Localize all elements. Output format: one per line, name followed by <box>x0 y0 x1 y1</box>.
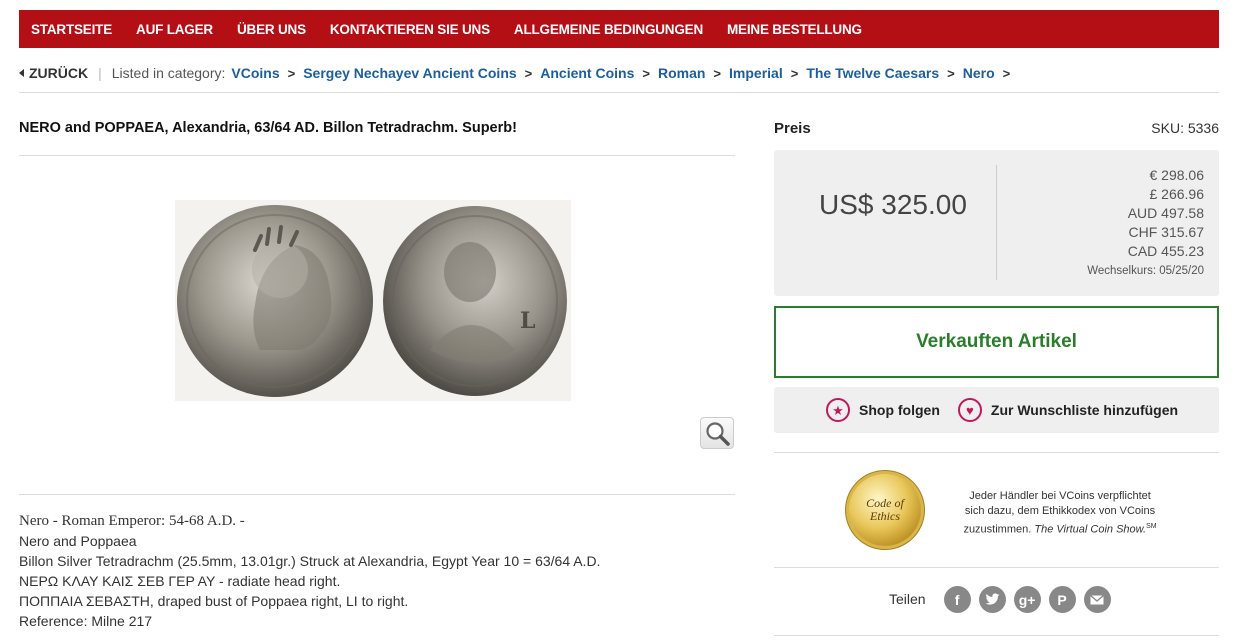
seal-text: Ethics <box>870 509 900 523</box>
product-title: NERO and POPPAEA, Alexandria, 63/64 AD. … <box>19 120 517 136</box>
divider <box>774 635 1219 636</box>
chevron-left-icon <box>19 69 24 77</box>
description-line: Nero and Poppaea <box>19 533 137 549</box>
breadcrumb-separator: > <box>287 65 296 81</box>
breadcrumb-item-ancient-coins[interactable]: Ancient Coins <box>540 65 634 81</box>
divider <box>19 155 735 156</box>
description-line: Billon Silver Tetradrachm (25.5mm, 13.01… <box>19 553 601 569</box>
sold-label: Verkauften Artikel <box>916 331 1077 352</box>
star-icon: ★ <box>826 398 850 422</box>
conversion-gbp: £ 266.96 <box>1149 186 1205 202</box>
nav-startseite[interactable]: STARTSEITE <box>31 22 112 37</box>
back-link[interactable]: ZURÜCK <box>19 65 88 81</box>
nav-bedingungen[interactable]: ALLGEMEINE BEDINGUNGEN <box>514 22 703 37</box>
listed-label: Listed in category: <box>111 65 226 81</box>
description-line: Reference: Milne 217 <box>19 613 153 629</box>
zoom-button[interactable] <box>700 417 734 449</box>
virtual-coin-show: The Virtual Coin Show. <box>1034 523 1147 536</box>
shop-actions: ★ Shop folgen ♥ Zur Wunschliste hinzufüg… <box>774 387 1219 433</box>
price-divider <box>996 165 997 280</box>
ethics-statement: Jeder Händler bei VCoins verpflichtet si… <box>960 489 1160 538</box>
breadcrumb-separator: > <box>713 65 722 81</box>
description-line: Nero - Roman Emperor: 54-68 A.D. - <box>19 513 245 529</box>
share-bar: Teilen f g+ P <box>889 586 1111 613</box>
nav-meine-bestellung[interactable]: MEINE BESTELLUNG <box>727 22 862 37</box>
follow-shop-label: Shop folgen <box>859 402 940 418</box>
description-line: ΝΕΡΩ ΚΛΑΥ ΚΑΙΣ ΣΕΒ ΓΕΡ ΑΥ - radiate head… <box>19 573 341 589</box>
service-mark: SM <box>1146 523 1157 530</box>
breadcrumb-item-nero[interactable]: Nero <box>963 65 995 81</box>
facebook-icon[interactable]: f <box>943 586 971 613</box>
nav-ueber-uns[interactable]: ÜBER UNS <box>237 22 306 37</box>
sold-status-box: Verkauften Artikel <box>774 306 1219 378</box>
nav-auf-lager[interactable]: AUF LAGER <box>136 22 213 37</box>
breadcrumb-item-store[interactable]: Sergey Nechayev Ancient Coins <box>303 65 516 81</box>
conversion-aud: AUD 497.58 <box>1127 205 1204 221</box>
divider <box>774 452 1219 453</box>
currency-conversions: € 298.06 £ 266.96 AUD 497.58 CHF 315.67 … <box>1128 166 1204 261</box>
main-nav: STARTSEITE AUF LAGER ÜBER UNS KONTAKTIER… <box>19 10 1219 48</box>
nav-kontakt[interactable]: KONTAKTIEREN SIE UNS <box>330 22 490 37</box>
back-label: ZURÜCK <box>29 65 89 81</box>
product-description: Nero - Roman Emperor: 54-68 A.D. - Nero … <box>19 511 600 631</box>
twitter-icon[interactable] <box>978 586 1006 613</box>
conversion-cad: CAD 455.23 <box>1127 243 1204 259</box>
breadcrumb-separator: > <box>790 65 799 81</box>
add-to-wishlist-button[interactable]: ♥ Zur Wunschliste hinzufügen <box>957 398 1179 422</box>
share-label: Teilen <box>889 590 926 607</box>
breadcrumb-item-roman[interactable]: Roman <box>658 65 705 81</box>
price-label: Preis <box>774 120 811 137</box>
conversion-eur: € 298.06 <box>1149 167 1205 183</box>
wishlist-label: Zur Wunschliste hinzufügen <box>990 402 1179 418</box>
breadcrumb-item-vcoins[interactable]: VCoins <box>231 65 279 81</box>
breadcrumb-separator: > <box>524 65 533 81</box>
divider <box>774 567 1219 568</box>
sku: SKU: 5336 <box>1151 120 1219 136</box>
code-of-ethics-seal[interactable]: Code of Ethics <box>849 474 921 546</box>
follow-shop-button[interactable]: ★ Shop folgen <box>826 398 940 422</box>
heart-icon: ♥ <box>957 398 982 422</box>
pinterest-icon[interactable]: P <box>1048 586 1076 613</box>
product-image[interactable]: L <box>175 200 571 401</box>
price-box: US$ 325.00 € 298.06 £ 266.96 AUD 497.58 … <box>774 150 1219 296</box>
breadcrumb-divider: | <box>98 65 102 81</box>
divider <box>19 494 735 495</box>
conversion-chf: CHF 315.67 <box>1128 224 1204 240</box>
breadcrumb-separator: > <box>947 65 955 81</box>
svg-text:L: L <box>520 308 535 334</box>
google-plus-icon[interactable]: g+ <box>1013 586 1041 613</box>
breadcrumb: ZURÜCK | Listed in category: VCoins > Se… <box>19 63 1018 83</box>
divider <box>19 92 1219 93</box>
description-line: ΠΟΠΠΑΙΑ ΣΕΒΑΣΤΗ, draped bust of Poppaea … <box>19 593 409 609</box>
breadcrumb-separator: > <box>1002 65 1011 81</box>
breadcrumb-item-imperial[interactable]: Imperial <box>729 65 783 81</box>
magnifier-icon <box>706 422 730 446</box>
main-price: US$ 325.00 <box>819 189 967 220</box>
exchange-rate-date: Wechselkurs: 05/25/20 <box>1087 265 1204 277</box>
breadcrumb-separator: > <box>642 65 650 81</box>
breadcrumb-item-twelve-caesars[interactable]: The Twelve Caesars <box>806 65 939 81</box>
email-icon[interactable] <box>1083 586 1111 613</box>
